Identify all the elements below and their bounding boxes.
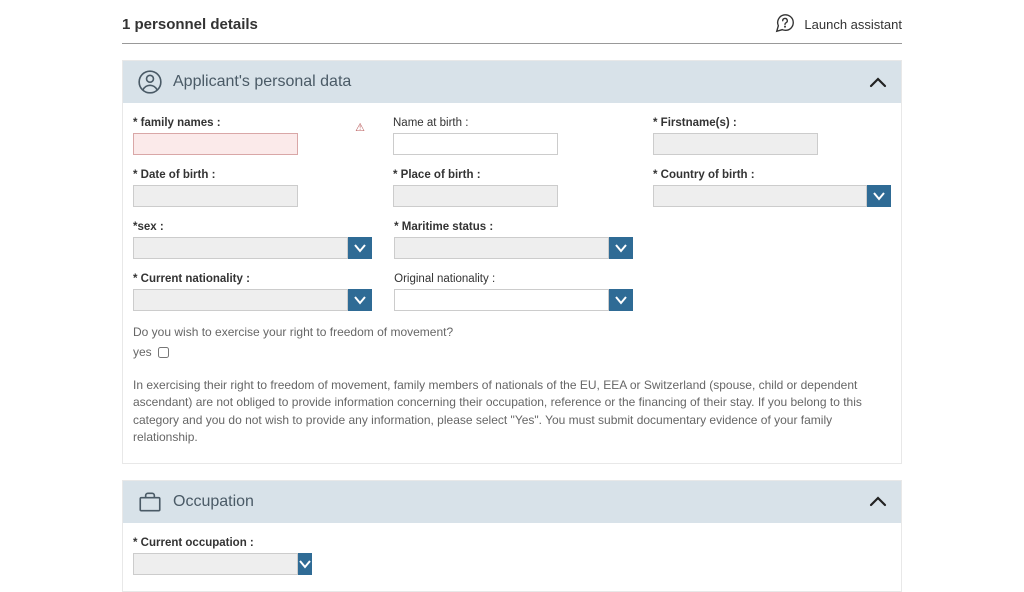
sex-dropdown[interactable] [348,237,372,259]
yes-checkbox-row: yes [133,345,891,359]
firstnames-input[interactable] [653,133,818,155]
name-at-birth-input[interactable] [393,133,558,155]
launch-assistant-button[interactable]: Launch assistant [774,12,902,37]
current-nationality-label: * Current nationality : [133,273,372,285]
launch-assistant-label: Launch assistant [804,17,902,32]
section-personal-data: Applicant's personal data * family names… [122,60,902,464]
warning-icon: ⚠ [355,121,365,134]
sex-input[interactable] [133,237,348,259]
yes-label: yes [133,345,152,359]
maritime-status-input[interactable] [394,237,609,259]
firstnames-label: * Firstname(s) : [653,117,891,129]
page-header: 1 personnel details Launch assistant [122,12,902,44]
freedom-question: Do you wish to exercise your right to fr… [133,325,891,339]
sex-label: *sex : [133,221,372,233]
freedom-yes-checkbox[interactable] [158,347,169,358]
family-names-input[interactable] [133,133,298,155]
original-nationality-input[interactable] [394,289,609,311]
section-personal-header[interactable]: Applicant's personal data [123,61,901,103]
country-of-birth-dropdown[interactable] [867,185,891,207]
section-occupation-title: Occupation [173,493,869,511]
current-occupation-label: * Current occupation : [133,537,298,549]
section-occupation: Occupation * Current occupation : [122,480,902,592]
chevron-up-icon [869,72,887,93]
section-personal-title: Applicant's personal data [173,73,869,91]
country-of-birth-input[interactable] [653,185,867,207]
current-nationality-dropdown[interactable] [348,289,372,311]
chat-help-icon [774,12,796,37]
date-of-birth-input[interactable] [133,185,298,207]
current-occupation-dropdown[interactable] [298,553,312,575]
family-names-label: * family names : [133,117,371,129]
maritime-status-dropdown[interactable] [609,237,633,259]
person-icon [137,69,163,95]
chevron-up-icon [869,491,887,512]
current-occupation-input[interactable] [133,553,298,575]
original-nationality-dropdown[interactable] [609,289,633,311]
name-at-birth-label: Name at birth : [393,117,631,129]
date-of-birth-label: * Date of birth : [133,169,371,181]
maritime-status-label: * Maritime status : [394,221,633,233]
section-occupation-header[interactable]: Occupation [123,481,901,523]
section-personal-body: * family names : ⚠ Name at birth : * Fir… [123,103,901,463]
briefcase-icon [137,489,163,515]
place-of-birth-label: * Place of birth : [393,169,631,181]
current-nationality-input[interactable] [133,289,348,311]
original-nationality-label: Original nationality : [394,273,633,285]
country-of-birth-label: * Country of birth : [653,169,891,181]
page-title: 1 personnel details [122,16,258,33]
section-occupation-body: * Current occupation : [123,523,901,591]
place-of-birth-input[interactable] [393,185,558,207]
freedom-info-text: In exercising their right to freedom of … [133,377,891,447]
